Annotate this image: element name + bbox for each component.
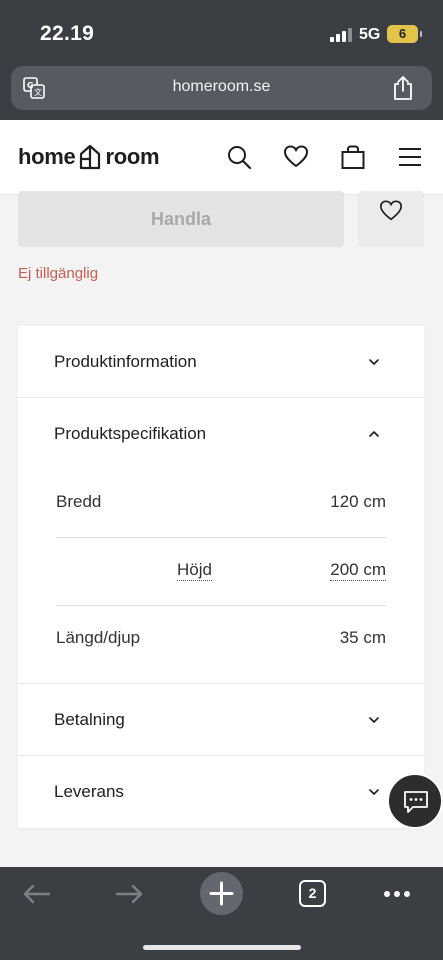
page-content: Handla Ej tillgänglig Produktinformation… [0, 191, 443, 867]
spec-row: Längd/djup 35 cm [56, 606, 386, 674]
accordion-title: Betalning [54, 710, 125, 729]
logo-text-room: room [105, 144, 160, 169]
new-tab-button[interactable] [200, 872, 243, 915]
accordion-title: Leverans [54, 782, 124, 801]
share-icon[interactable] [392, 75, 414, 101]
spec-row: Höjd 200 cm [56, 538, 386, 606]
accordion-product-spec[interactable]: Produktspecifikation [18, 398, 424, 470]
shopping-bag-icon[interactable] [340, 144, 366, 170]
browser-toolbar: 2 [0, 867, 443, 960]
spec-label: Längd/djup [56, 628, 141, 647]
home-indicator [143, 945, 301, 950]
search-icon[interactable] [226, 144, 252, 170]
accordion-title: Produktspecifikation [54, 424, 207, 443]
chat-icon [404, 791, 428, 813]
accordion-title: Produktinformation [54, 352, 197, 371]
accordion-delivery[interactable]: Leverans [18, 756, 424, 828]
chevron-down-icon [369, 359, 379, 365]
spec-label: Bredd [56, 492, 102, 511]
availability-status: Ej tillgänglig [18, 265, 99, 282]
product-accordion: Produktinformation Produktspecifikation … [18, 326, 424, 828]
chevron-down-icon [369, 789, 379, 795]
heart-outline-icon [380, 200, 402, 221]
tabs-button[interactable]: 2 [299, 880, 326, 907]
spec-value: 120 cm [330, 492, 386, 511]
spec-label: Höjd [177, 560, 212, 581]
site-header: home room [0, 120, 443, 195]
accordion-payment[interactable]: Betalning [18, 684, 424, 756]
house-logo-icon [80, 144, 101, 170]
more-dots-icon[interactable] [383, 890, 411, 898]
wishlist-button[interactable] [358, 191, 424, 247]
back-arrow-icon[interactable] [22, 883, 52, 905]
status-time: 22.19 [40, 22, 95, 45]
plus-icon [209, 881, 234, 906]
spec-value: 200 cm [330, 560, 386, 581]
network-type: 5G [359, 26, 381, 43]
site-logo[interactable]: home room [18, 142, 160, 172]
buy-button[interactable]: Handla [18, 191, 344, 247]
signal-icon [330, 28, 352, 42]
address-bar[interactable]: G 文 homeroom.se [11, 66, 432, 110]
forward-arrow-icon[interactable] [114, 883, 144, 905]
menu-icon[interactable] [397, 144, 423, 170]
battery-cap [420, 31, 422, 37]
spec-value: 35 cm [339, 628, 386, 647]
browser-url-area: G 文 homeroom.se [0, 62, 443, 120]
battery-icon: 6 [387, 25, 418, 43]
chevron-up-icon [369, 431, 379, 437]
chevron-down-icon [369, 717, 379, 723]
logo-text-home: home [18, 144, 76, 169]
accordion-product-info[interactable]: Produktinformation [18, 326, 424, 398]
spec-table: Bredd 120 cm Höjd 200 cm Längd/djup 35 c… [18, 470, 424, 684]
url-text: homeroom.se [172, 78, 271, 95]
heart-icon[interactable] [283, 144, 309, 170]
chat-button[interactable] [387, 773, 443, 829]
spec-row: Bredd 120 cm [56, 470, 386, 538]
status-bar: 22.19 5G 6 [0, 0, 443, 62]
